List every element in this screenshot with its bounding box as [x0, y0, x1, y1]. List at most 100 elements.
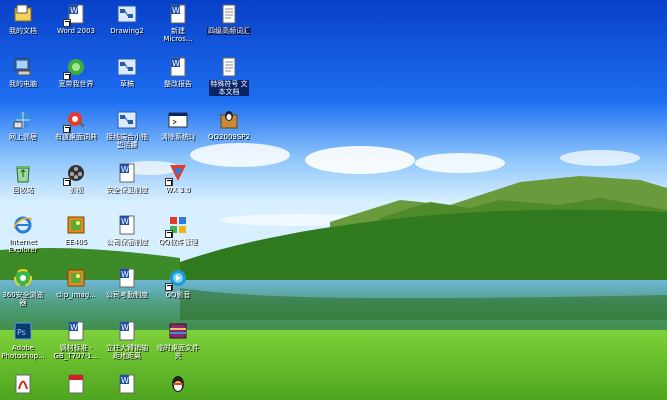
qq2009-installer-desktop-icon[interactable]: QQ2009SP2: [203, 109, 255, 141]
icon-label: Internet Explorer: [8, 238, 38, 254]
icon-label: 公司保密制度: [106, 238, 148, 246]
draft-desktop-icon[interactable]: 草稿: [101, 56, 153, 88]
svg-text:W: W: [172, 59, 180, 68]
icon-label: QQ2009SP2: [208, 133, 250, 141]
icon-label: 公司考勤制度: [106, 291, 148, 299]
drawing2-desktop-icon[interactable]: Drawing2: [101, 3, 153, 35]
qq-installer-icon: [218, 109, 240, 131]
icon-label: 整改报告: [164, 80, 192, 88]
wx-app-icon: [165, 162, 189, 186]
word-doc-icon: W: [63, 3, 87, 27]
qq-penguin-icon: [167, 373, 189, 395]
qq-software-manager-desktop-icon[interactable]: QQ软件管理: [152, 214, 204, 246]
wx3-desktop-icon[interactable]: WX 3.0: [152, 162, 204, 194]
word-doc-icon: W: [65, 320, 87, 342]
svg-text:W: W: [121, 165, 129, 174]
word-doc-icon: W: [116, 373, 138, 395]
svg-text:Ps: Ps: [17, 328, 26, 337]
qq-desktop-icon[interactable]: [152, 373, 204, 397]
my-documents-icon: [12, 3, 34, 25]
qq-player-icon: [165, 267, 189, 291]
photoshop-desktop-icon[interactable]: Ps Adobe Photoshop...: [0, 320, 49, 360]
icon-label: QQ软件管理: [158, 238, 198, 246]
svg-text:W: W: [172, 6, 180, 15]
youdao-dictionary-desktop-icon[interactable]: 有道桌面词典: [50, 109, 102, 141]
icon-label: 临时桌面文件 夹: [157, 344, 199, 360]
film-desktop-icon[interactable]: 影视: [50, 162, 102, 194]
shortcut-arrow-icon: [63, 72, 71, 80]
icon-label: WX 3.0: [165, 186, 191, 194]
icon-label: 网上邻居: [9, 133, 37, 141]
shortcut-arrow-icon: [63, 178, 71, 186]
photoshop-icon: Ps: [12, 320, 34, 342]
word-doc-icon: W: [116, 214, 138, 236]
icon-label: 钢材标准 - GB_T707-1...: [53, 344, 99, 360]
browser-360-icon: [12, 267, 34, 289]
word-2003-desktop-icon[interactable]: W Word 2003: [50, 3, 102, 35]
shortcut-arrow-icon: [165, 283, 173, 291]
internet-explorer-desktop-icon[interactable]: Internet Explorer: [0, 214, 49, 254]
svg-text:W: W: [121, 376, 129, 385]
security-policy-desktop-icon[interactable]: W 安全保卫制度: [101, 162, 153, 194]
shortcut-arrow-icon: [63, 19, 71, 27]
icon-label: Drawing2: [110, 27, 144, 35]
visio-drawing-icon: [116, 109, 138, 131]
svg-text:W: W: [70, 323, 78, 332]
icon-label: 影视: [69, 186, 83, 194]
pdf-desktop-icon[interactable]: [0, 373, 49, 397]
word-doc-icon: W: [116, 267, 138, 289]
temp-desktop-folder-icon[interactable]: 临时桌面文件 夹: [152, 320, 204, 360]
my-computer-desktop-icon[interactable]: 我的电脑: [0, 56, 49, 88]
icon-label: 特殊符号 文 本文档: [209, 80, 249, 96]
film-reel-icon: [63, 162, 87, 186]
svg-text:W: W: [121, 217, 129, 226]
steel-standard-desktop-icon[interactable]: W 钢材标准 - GB_T707-1...: [50, 320, 102, 360]
special-symbols-desktop-icon[interactable]: 特殊符号 文 本文档: [203, 56, 255, 96]
svg-text:W: W: [70, 6, 78, 15]
word-doc-icon: W: [116, 162, 138, 184]
icon-label: 四级高频词汇: [207, 27, 251, 35]
recycle-bin-desktop-icon[interactable]: 回收站: [0, 162, 49, 194]
broadband-icon: [63, 56, 87, 80]
icon-label: 清除系统LJ: [161, 133, 195, 141]
network-places-icon: [12, 109, 34, 131]
pdf-desktop-icon-2[interactable]: [50, 373, 102, 397]
icon-label: Adobe Photoshop...: [1, 344, 45, 360]
batch-file-icon: [167, 109, 189, 131]
broadband-desktop-icon[interactable]: 宽带我世界: [50, 56, 102, 88]
browser-360-desktop-icon[interactable]: 360安全浏览 器: [0, 267, 49, 307]
clear-system-junk-desktop-icon[interactable]: 清除系统LJ: [152, 109, 204, 141]
new-word-doc-desktop-icon[interactable]: W 新建 Micros...: [152, 3, 204, 43]
cet4-vocab-desktop-icon[interactable]: 四级高频词汇: [203, 3, 255, 35]
icon-label: QQ影音: [165, 291, 191, 299]
rectification-report-desktop-icon[interactable]: W 整改报告: [152, 56, 204, 88]
svg-text:W: W: [121, 323, 129, 332]
word-doc-desktop-icon-bottom[interactable]: W: [101, 373, 153, 397]
qq-software-manager-icon: [165, 214, 189, 238]
qq-player-desktop-icon[interactable]: QQ影音: [152, 267, 204, 299]
icon-label: 接线端合小拖 垫活腰: [106, 133, 148, 149]
pdf-icon: [65, 373, 87, 395]
shortcut-arrow-icon: [165, 178, 173, 186]
icon-label: clip_imag...: [56, 291, 96, 299]
attendance-policy-desktop-icon[interactable]: W 公司考勤制度: [101, 267, 153, 299]
network-places-desktop-icon[interactable]: 网上邻居: [0, 109, 49, 141]
image-file-icon: [65, 267, 87, 289]
icon-label: EE405: [64, 238, 88, 246]
icon-label: 有道桌面词典: [55, 133, 97, 141]
clip-image-desktop-icon[interactable]: clip_imag...: [50, 267, 102, 299]
icon-label: 草稿: [120, 80, 134, 88]
terminal-drag-desktop-icon[interactable]: 接线端合小拖 垫活腰: [101, 109, 153, 149]
svg-text:W: W: [121, 270, 129, 279]
confidentiality-policy-desktop-icon[interactable]: W 公司保密制度: [101, 214, 153, 246]
ee405-desktop-icon[interactable]: EE405: [50, 214, 102, 246]
my-documents-desktop-icon[interactable]: 我的文档: [0, 3, 49, 35]
recycle-bin-icon: [12, 162, 34, 184]
word-doc-icon: W: [167, 56, 189, 78]
visio-drawing-icon: [116, 56, 138, 78]
visio-drawing-icon: [116, 3, 138, 25]
word-doc-icon: W: [116, 320, 138, 342]
icon-label: 我的电脑: [9, 80, 37, 88]
icon-label: Word 2003: [56, 27, 96, 35]
column-arm-pin-desktop-icon[interactable]: W 立柱大臂销轴 距地距离: [101, 320, 153, 360]
